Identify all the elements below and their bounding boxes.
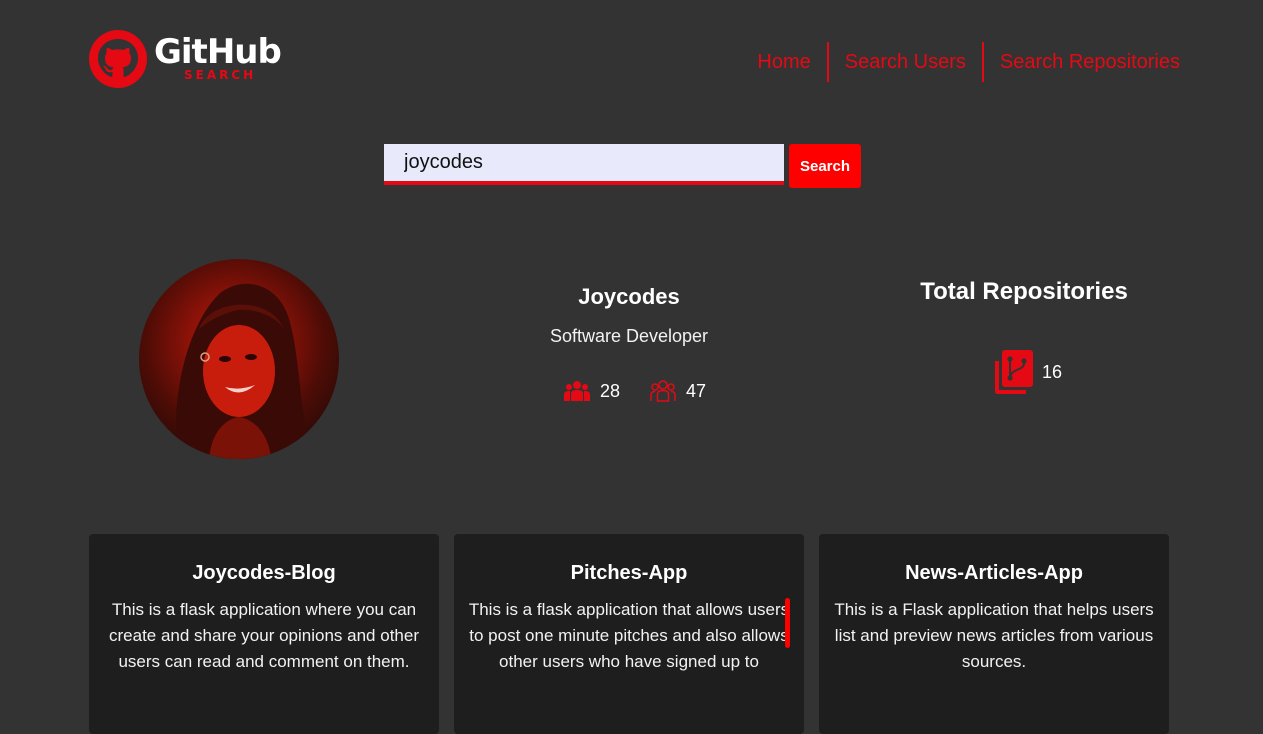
repo-card-title[interactable]: Pitches-App — [468, 562, 790, 585]
logo[interactable]: GitHub SEARCH — [88, 29, 282, 89]
repo-card[interactable]: News-Articles-App This is a Flask applic… — [819, 534, 1169, 734]
avatar — [139, 259, 339, 459]
repo-card-description: This is a flask application that allows … — [468, 600, 790, 671]
card-scrollbar-thumb[interactable] — [785, 598, 790, 648]
following-stat: 47 — [650, 380, 706, 402]
nav-search-users-link[interactable]: Search Users — [829, 42, 982, 82]
profile-name: Joycodes — [578, 284, 680, 309]
followers-count: 28 — [600, 380, 621, 401]
nav-home-link[interactable]: Home — [741, 42, 826, 82]
repos-count: 16 — [1042, 361, 1063, 382]
repo-card-description: This is a Flask application that helps u… — [834, 600, 1154, 671]
repo-card-title[interactable]: News-Articles-App — [833, 562, 1155, 585]
repos-title: Total Repositories — [920, 278, 1128, 305]
repo-card[interactable]: Pitches-App This is a flask application … — [454, 534, 804, 734]
avatar-photo — [175, 283, 314, 459]
repository-icon — [995, 350, 1033, 394]
site-header: GitHub SEARCH Home Search Users Search R… — [0, 0, 1263, 120]
nav-search-repositories-link[interactable]: Search Repositories — [984, 42, 1180, 82]
search-input[interactable] — [384, 144, 784, 185]
repo-card[interactable]: Joycodes-Blog This is a flask applicatio… — [89, 534, 439, 734]
logo-title: GitHub — [154, 32, 282, 72]
repo-card-description: This is a flask application where you ca… — [109, 600, 419, 671]
following-count: 47 — [686, 380, 707, 401]
followers-stat: 28 — [564, 380, 620, 402]
main-nav: Home Search Users Search Repositories — [741, 42, 1180, 82]
repo-card-title[interactable]: Joycodes-Blog — [103, 562, 425, 585]
following-icon — [650, 380, 676, 402]
repos-count-block: 16 — [994, 349, 1062, 395]
search-button[interactable]: Search — [789, 144, 861, 188]
followers-icon — [564, 381, 590, 401]
logo-tagline: SEARCH — [184, 68, 257, 82]
profile-bio: Software Developer — [549, 326, 709, 346]
profile-stats: 28 47 — [564, 380, 736, 402]
github-octocat-icon — [89, 30, 147, 88]
search-form: Search — [384, 144, 861, 188]
